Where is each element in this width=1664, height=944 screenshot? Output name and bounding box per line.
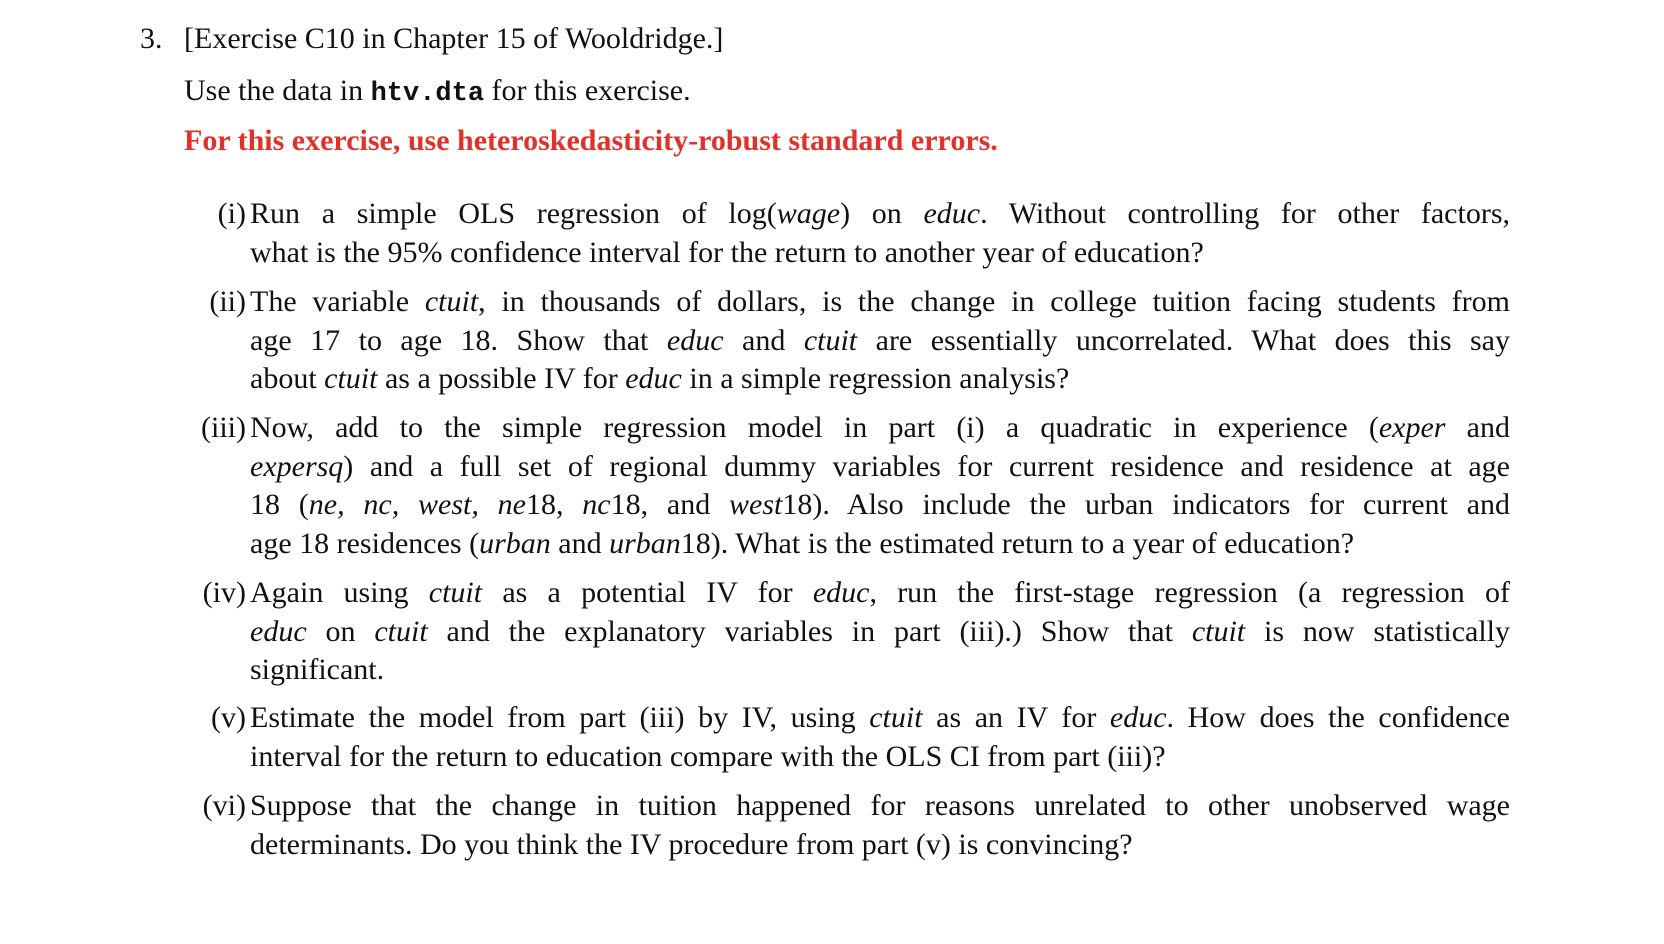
variable-name: ctuit bbox=[1191, 614, 1246, 648]
part-text-line: expersq) and a full set of regional dumm… bbox=[250, 450, 1510, 484]
text-run: . How does the confidence bbox=[1166, 701, 1510, 734]
text-run: about bbox=[250, 362, 325, 395]
robust-se-notice: For this exercise, use heteroskedasticit… bbox=[184, 124, 998, 157]
text-run: Again using bbox=[250, 576, 429, 609]
variable-name: expersq bbox=[250, 449, 344, 483]
part-label: (v) bbox=[211, 701, 246, 734]
text-run: 18 ( bbox=[250, 488, 309, 521]
intro-text: Use the data in htv.dta for this exercis… bbox=[184, 74, 691, 111]
text-run: are essentially uncorrelated. What does … bbox=[857, 323, 1510, 357]
text-run: Run a simple OLS regression of log( bbox=[250, 197, 777, 230]
variable-name: west bbox=[729, 488, 783, 521]
text-run: . Without controlling for other factors, bbox=[980, 197, 1511, 230]
part-text-line: Now, add to the simple regression model … bbox=[250, 411, 1510, 445]
text-run: as a possible IV for bbox=[377, 362, 626, 395]
text-run: Suppose that the change in tuition happe… bbox=[250, 789, 1510, 822]
text-run: and bbox=[723, 323, 804, 357]
text-run: in a simple regression analysis? bbox=[681, 362, 1070, 395]
text-run: significant. bbox=[250, 653, 385, 686]
part-label: (ii) bbox=[209, 285, 246, 318]
variable-name: ne, nc, west, ne bbox=[308, 488, 526, 521]
part-text-line: 18 (ne, nc, west, ne18, nc18, and west18… bbox=[250, 488, 1510, 522]
exercise-header: [Exercise C10 in Chapter 15 of Wooldridg… bbox=[184, 22, 724, 55]
text-run: The variable bbox=[250, 285, 425, 318]
part-text-line: age 17 to age 18. Show that educ and ctu… bbox=[250, 324, 1510, 358]
part-text-line: about ctuit as a possible IV for educ in… bbox=[250, 362, 1510, 396]
variable-name: ctuit bbox=[324, 362, 378, 395]
text-run: as an IV for bbox=[922, 701, 1110, 734]
variable-name: ctuit bbox=[424, 285, 479, 318]
text-run: age 17 to age 18. Show that bbox=[250, 323, 667, 357]
intro-after: for this exercise. bbox=[484, 74, 691, 107]
part-label: (i) bbox=[217, 197, 246, 230]
variable-name: educ bbox=[666, 323, 724, 357]
part-label: (iii) bbox=[201, 411, 246, 444]
variable-name: educ bbox=[812, 576, 870, 609]
variable-name: nc bbox=[582, 488, 611, 521]
variable-name: educ bbox=[1109, 701, 1167, 734]
exercise-number: 3. bbox=[140, 22, 163, 55]
text-run: Estimate the model from part (iii) by IV… bbox=[250, 701, 870, 734]
variable-name: ctuit bbox=[374, 614, 428, 648]
text-run: as a potential IV for bbox=[482, 576, 813, 609]
data-filename: htv.dta bbox=[370, 79, 485, 109]
variable-name: educ bbox=[923, 197, 981, 230]
text-run: ) on bbox=[840, 197, 924, 230]
text-run: 18). Also include the urban indicators f… bbox=[782, 488, 1511, 521]
text-run: and bbox=[550, 526, 610, 560]
text-run: Now, add to the simple regression model … bbox=[250, 411, 1379, 444]
part-text-line: The variable ctuit, in thousands of doll… bbox=[250, 285, 1510, 319]
variable-name: wage bbox=[776, 197, 841, 230]
variable-name: ctuit bbox=[869, 701, 923, 734]
text-run: , in thousands of dollars, is the change… bbox=[478, 285, 1510, 318]
text-run: is now statistically bbox=[1245, 614, 1511, 648]
text-run: 18, bbox=[525, 488, 583, 521]
text-run: 18). What is the estimated return to a y… bbox=[680, 526, 1355, 560]
part-label: (iv) bbox=[202, 576, 246, 609]
variable-name: urban bbox=[609, 526, 681, 560]
part-text-line: Suppose that the change in tuition happe… bbox=[250, 789, 1510, 823]
part-text-line: Again using ctuit as a potential IV for … bbox=[250, 576, 1510, 610]
variable-name: exper bbox=[1378, 411, 1446, 444]
part-label: (vi) bbox=[202, 789, 246, 822]
text-run: and bbox=[1445, 411, 1510, 444]
variable-name: ctuit bbox=[803, 323, 858, 357]
part-text-line: interval for the return to education com… bbox=[250, 740, 1510, 774]
part-text-line: Run a simple OLS regression of log(wage)… bbox=[250, 197, 1510, 231]
variable-name: educ bbox=[625, 362, 682, 395]
variable-name: ctuit bbox=[428, 576, 483, 609]
part-text-line: Estimate the model from part (iii) by IV… bbox=[250, 701, 1510, 735]
variable-name: urban bbox=[479, 526, 551, 560]
part-text-line: educ on ctuit and the explanatory variab… bbox=[250, 615, 1510, 649]
text-run: , run the first-stage regression (a regr… bbox=[869, 576, 1511, 609]
part-text-line: significant. bbox=[250, 653, 1510, 687]
intro-before: Use the data in bbox=[184, 74, 371, 107]
text-run: determinants. Do you think the IV proced… bbox=[250, 827, 1133, 861]
text-run: interval for the return to education com… bbox=[250, 739, 1166, 773]
text-run: 18, and bbox=[610, 488, 729, 521]
text-run: ) and a full set of regional dummy varia… bbox=[343, 449, 1510, 483]
part-text-line: what is the 95% confidence interval for … bbox=[250, 236, 1510, 270]
text-run: and the explanatory variables in part (i… bbox=[427, 614, 1192, 648]
text-run: on bbox=[306, 614, 375, 648]
exercise-document: 3. [Exercise C10 in Chapter 15 of Wooldr… bbox=[0, 0, 1664, 944]
text-run: age 18 residences ( bbox=[250, 526, 480, 560]
part-text-line: age 18 residences (urban and urban18). W… bbox=[250, 527, 1510, 561]
part-text-line: determinants. Do you think the IV proced… bbox=[250, 828, 1510, 862]
text-run: what is the 95% confidence interval for … bbox=[250, 235, 1204, 269]
variable-name: educ bbox=[250, 614, 307, 648]
